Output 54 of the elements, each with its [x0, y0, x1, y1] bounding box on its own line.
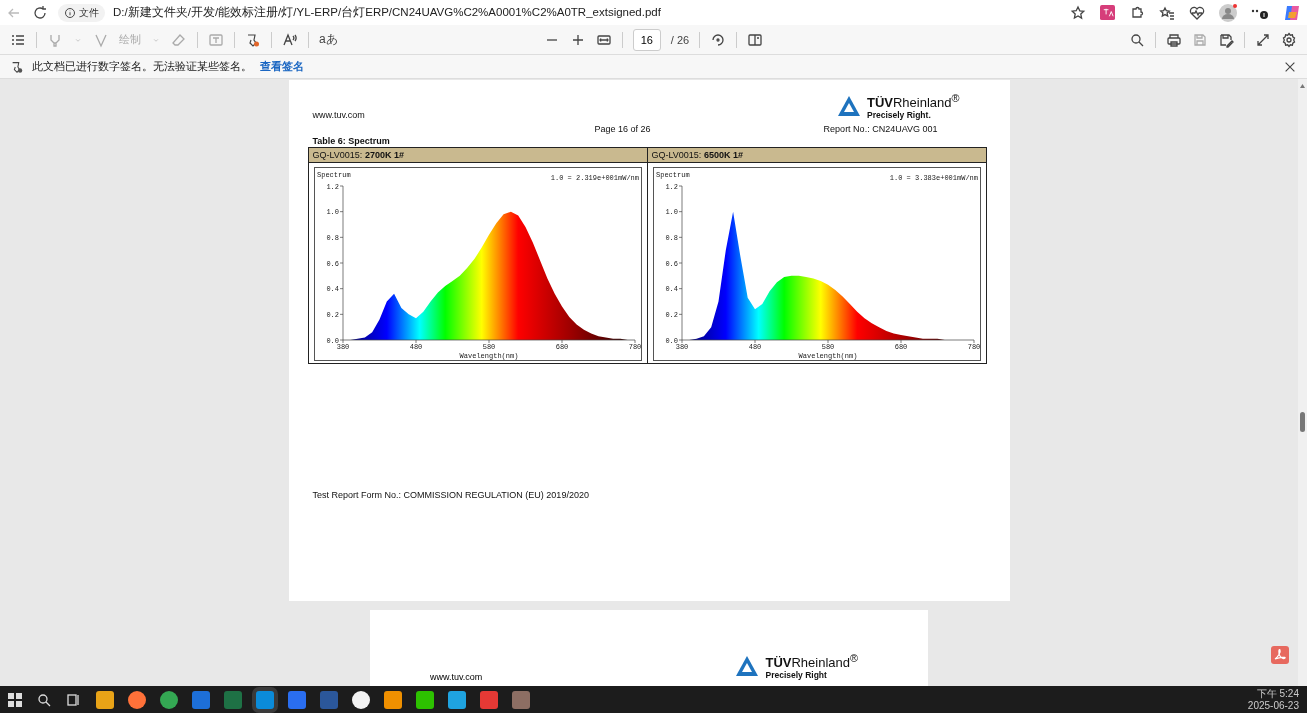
search-icon[interactable]	[1129, 31, 1145, 48]
address-chip[interactable]: 文件	[58, 3, 105, 22]
save-as-icon[interactable]	[1218, 31, 1234, 48]
url-text[interactable]: D:/新建文件夹/开发/能效标注册/灯/YL-ERP/台灯ERP/CN24UAVG%C2%A0001%C2%A0TR_extsigned.pdf	[113, 5, 661, 20]
app-icon[interactable]	[448, 690, 466, 709]
translate-text-icon[interactable]: aあ	[319, 31, 338, 48]
page-number-field[interactable]: 16	[632, 28, 661, 51]
website-text: www.tuv.com	[430, 672, 483, 682]
brand-name: TÜVRheinland$^{®}$	[765, 652, 858, 671]
signature-message: 此文档已进行数字签名。无法验证某些签名。	[32, 59, 252, 74]
brand-slogan: Precisely Right	[765, 670, 828, 681]
avatar-icon[interactable]	[1219, 3, 1237, 22]
website-text: www.tuv.com	[312, 110, 365, 121]
translate-icon[interactable]	[1100, 5, 1115, 20]
search-icon[interactable]	[36, 691, 52, 708]
scrollbar[interactable]	[1298, 79, 1307, 686]
signature-icon	[10, 59, 24, 74]
file-label: 文件	[79, 5, 99, 20]
read-aloud-icon[interactable]	[282, 31, 298, 48]
brand-slogan: Precisely Right.	[866, 110, 932, 121]
column-header: GQ-LV0015: 2700K 1#	[308, 147, 647, 163]
page-view-icon[interactable]	[747, 31, 764, 48]
clock-date[interactable]: 2025-06-23	[1247, 699, 1299, 712]
expand-icon[interactable]	[1255, 31, 1271, 48]
report-number: Report No.: CN24UAVG 001	[823, 124, 938, 135]
signature-icon[interactable]	[245, 31, 261, 48]
app-icon[interactable]	[512, 690, 530, 709]
heartbeat-icon[interactable]	[1189, 4, 1205, 21]
rotate-icon[interactable]	[710, 31, 727, 48]
pdf-icon[interactable]	[1271, 646, 1289, 664]
start-icon[interactable]	[8, 692, 22, 707]
footer-text: Test Report Form No.: COMMISSION REGULATION (EU) 2019/2020	[311, 490, 590, 501]
scrollbar-thumb[interactable]	[1300, 412, 1305, 432]
page-total: / 26	[670, 33, 690, 46]
print-icon[interactable]	[1166, 31, 1182, 48]
settings-icon[interactable]	[1281, 31, 1297, 48]
refresh-icon[interactable]	[32, 4, 48, 21]
app-icon[interactable]	[288, 690, 306, 709]
star-icon[interactable]	[1070, 4, 1086, 21]
info-icon	[64, 6, 76, 19]
scroll-up-icon[interactable]	[1299, 83, 1306, 89]
triangle-logo-icon	[735, 655, 760, 678]
app-icon[interactable]	[192, 690, 210, 709]
table-title: Table 6: Spectrum	[311, 136, 391, 147]
copilot-icon[interactable]	[1283, 3, 1301, 22]
triangle-logo-icon	[836, 95, 861, 118]
app-icon[interactable]	[480, 690, 498, 709]
view-signatures-link[interactable]: 查看签名	[260, 59, 304, 74]
page-label: Page 16 of 26	[594, 124, 651, 135]
column-header: GQ-LV0015: 6500K 1#	[647, 147, 986, 163]
clock-time[interactable]: 下午 5:24	[1256, 687, 1299, 700]
puzzle-icon[interactable]	[1129, 4, 1145, 21]
task-view-icon[interactable]	[66, 691, 82, 708]
brand-name: TÜVRheinland$^{®}$	[866, 92, 960, 111]
